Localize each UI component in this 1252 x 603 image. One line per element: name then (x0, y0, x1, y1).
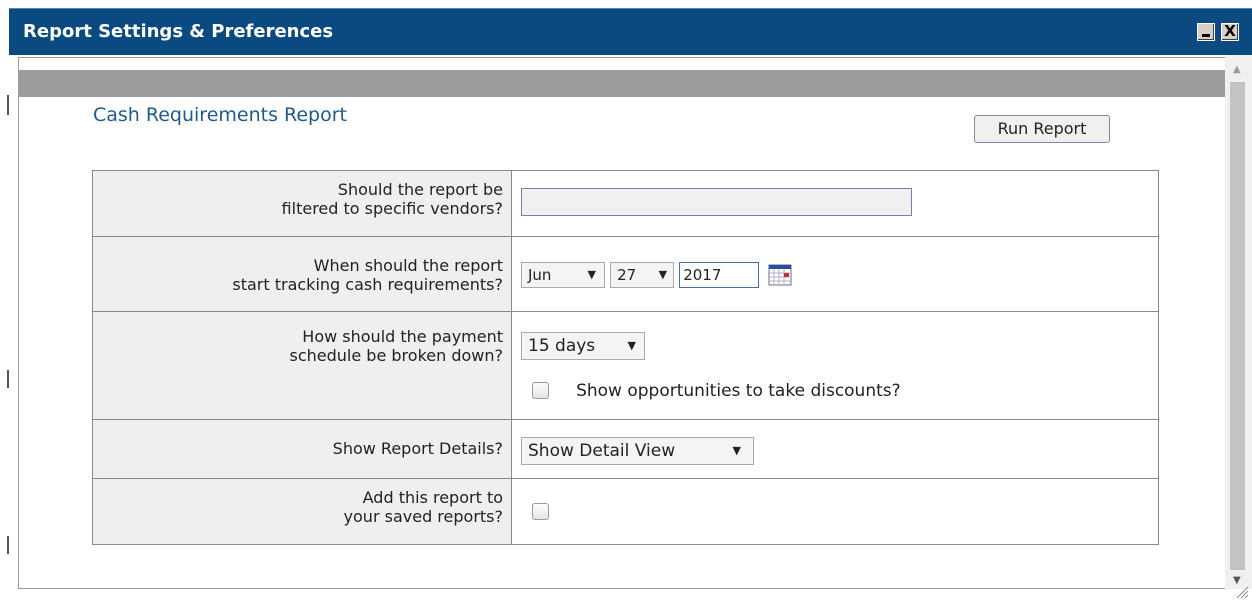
minimize-icon[interactable] (1197, 23, 1215, 41)
discounts-checkbox-label: Show opportunities to take discounts? (576, 380, 901, 401)
start-date-label: When should the report start tracking ca… (92, 236, 512, 312)
settings-table: Should the report be filtered to specifi… (92, 170, 1159, 545)
saved-label: Add this report to your saved reports? (92, 478, 512, 545)
details-field-cell: Show Detail View ▼ (511, 419, 1159, 479)
vendors-field-cell (511, 170, 1159, 237)
resize-grip-icon[interactable] (1235, 584, 1249, 599)
scrollbar-thumb[interactable] (1230, 82, 1245, 570)
schedule-label: How should the payment schedule be broke… (92, 311, 512, 420)
month-select[interactable]: Jun ▼ (521, 262, 605, 288)
left-window-edge (0, 0, 9, 601)
close-icon[interactable]: X (1221, 23, 1239, 41)
schedule-field-cell: 15 days ▼ Show opportunities to take dis… (511, 311, 1159, 420)
vendor-filter-input[interactable] (521, 188, 912, 216)
saved-field-cell (511, 478, 1159, 545)
settings-row-saved: Add this report to your saved reports? (92, 478, 1159, 545)
detail-view-select[interactable]: Show Detail View ▼ (521, 437, 754, 465)
report-panel: Cash Requirements Report Run Report Shou… (18, 57, 1234, 589)
dialog-title: Report Settings & Preferences (23, 21, 334, 42)
vendors-label: Should the report be filtered to specifi… (92, 170, 512, 237)
run-report-button[interactable]: Run Report (974, 115, 1110, 143)
settings-row-start-date: When should the report start tracking ca… (92, 236, 1159, 312)
settings-row-schedule: How should the payment schedule be broke… (92, 311, 1159, 420)
report-title: Cash Requirements Report (93, 104, 348, 126)
chevron-down-icon: ▼ (658, 268, 668, 281)
settings-row-vendors: Should the report be filtered to specifi… (92, 170, 1159, 237)
details-label: Show Report Details? (92, 419, 512, 479)
year-input[interactable]: 2017 (679, 262, 760, 288)
vertical-scrollbar[interactable]: ▲ ▼ (1225, 55, 1252, 589)
scroll-up-icon[interactable]: ▲ (1233, 64, 1241, 75)
dialog-titlebar[interactable]: Report Settings & Preferences X (9, 8, 1252, 55)
chevron-down-icon: ▼ (587, 268, 596, 281)
day-select[interactable]: 27 ▼ (610, 262, 675, 288)
dialog-body: Cash Requirements Report Run Report Shou… (9, 55, 1252, 601)
calendar-icon[interactable] (768, 264, 792, 286)
chevron-down-icon: ▼ (627, 339, 636, 352)
period-select[interactable]: 15 days ▼ (521, 332, 645, 360)
save-report-checkbox[interactable] (532, 503, 549, 520)
discounts-checkbox[interactable] (532, 382, 549, 399)
start-date-field-cell: Jun ▼ 27 ▼ 2017 (511, 236, 1159, 312)
panel-header-bar (19, 70, 1233, 97)
chevron-down-icon: ▼ (732, 444, 741, 457)
settings-row-details: Show Report Details? Show Detail View ▼ (92, 419, 1159, 479)
